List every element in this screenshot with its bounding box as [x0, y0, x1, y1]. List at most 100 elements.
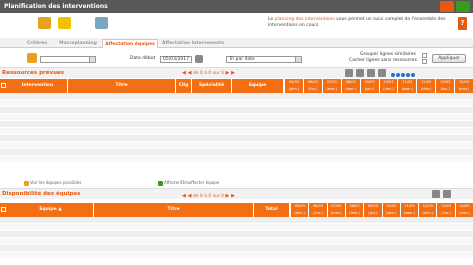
- col-titre[interactable]: Titre: [68, 79, 176, 93]
- day-date: 08/03: [349, 204, 360, 208]
- col-specialite[interactable]: Spécialité: [192, 79, 232, 93]
- day-column-header: 09/03 (jeu.): [363, 203, 381, 217]
- day-column-header: 11/03 (sam.): [399, 203, 418, 217]
- day-weekday: (lun.): [441, 211, 451, 215]
- save-icon[interactable]: [443, 190, 451, 198]
- col-clig[interactable]: Clig: [176, 79, 192, 93]
- resources-grid-body: [0, 93, 473, 163]
- day-column-header: 10/03 (ven.): [378, 79, 398, 93]
- col-intervention[interactable]: Intervention: [8, 79, 68, 93]
- team-select[interactable]: [40, 56, 96, 63]
- table-row: [0, 217, 473, 224]
- day-weekday: (mar.): [330, 211, 342, 215]
- tab-criteres[interactable]: Critères: [20, 39, 54, 48]
- settings-icon[interactable]: [356, 69, 364, 77]
- tab-affectation-intervenants[interactable]: Affectation intervenants: [160, 39, 226, 48]
- zoom-level-dot[interactable]: [410, 73, 415, 77]
- table-row: [0, 114, 473, 121]
- day-date: 10/03: [383, 80, 394, 84]
- group-lines-checkbox[interactable]: [422, 53, 427, 58]
- resources-tools: [345, 69, 416, 78]
- day-date: 05/03: [288, 80, 299, 84]
- group-icon[interactable]: [38, 17, 51, 29]
- table-row: [0, 252, 473, 259]
- day-date: 12/03: [422, 204, 433, 208]
- info-text: Le planning des interventions vous perme…: [268, 17, 446, 28]
- col-total[interactable]: Total: [254, 203, 290, 217]
- day-date: 11/03: [404, 204, 415, 208]
- calendar-icon[interactable]: [195, 55, 203, 63]
- help-icon[interactable]: ?: [458, 17, 467, 30]
- day-weekday: (lun.): [313, 211, 323, 215]
- settings-icon[interactable]: [432, 190, 440, 198]
- day-date: 13/03: [440, 80, 451, 84]
- resources-section-bar: Ressources prévues ◀ ◀ de 0 à 0 sur 0 ▶ …: [0, 67, 473, 78]
- hide-lines-checkbox[interactable]: [422, 59, 427, 64]
- view-teams-link[interactable]: Voir les équipes possibles: [24, 180, 81, 186]
- day-column-header: 05/03 (dim.): [284, 79, 303, 93]
- col-titre[interactable]: Titre: [94, 203, 254, 217]
- day-column-header: 05/03 (dim.): [290, 203, 308, 217]
- window-title: Planification des interventions: [4, 3, 108, 10]
- day-date: 07/03: [331, 204, 342, 208]
- select-all-checkbox[interactable]: [1, 83, 6, 88]
- day-column-header: 06/03 (lun.): [308, 203, 326, 217]
- day-date: 12/03: [421, 80, 432, 84]
- save-icon[interactable]: [367, 69, 375, 77]
- assign-team-link[interactable]: Affecter/Désaffecter équipe: [158, 180, 219, 186]
- day-date: 13/03: [440, 204, 452, 208]
- day-weekday: (jeu.): [364, 87, 375, 91]
- day-column-header: 08/03 (mer.): [340, 79, 360, 93]
- tab-affectation-equipes[interactable]: Affectation équipes: [102, 39, 158, 48]
- actions-row: Voir les équipes possibles Affecter/Désa…: [0, 177, 473, 187]
- resources-grid-header: Intervention Titre Clig Spécialité Equip…: [0, 79, 473, 93]
- day-column-header: 08/03 (mer.): [344, 203, 363, 217]
- date-input[interactable]: 05/03/2017: [160, 56, 192, 63]
- table-row: [0, 121, 473, 128]
- table-row: [0, 107, 473, 114]
- availability-section-bar: Disponibilité des équipes ◀ ◀ de 0 à 0 s…: [0, 188, 473, 199]
- day-column-header: 14/03 (mar.): [454, 203, 473, 217]
- day-weekday: (lun.): [440, 87, 450, 91]
- table-row: [0, 142, 473, 149]
- trash-icon[interactable]: [378, 69, 386, 77]
- day-column-header: 13/03 (lun.): [436, 203, 454, 217]
- flash-icon[interactable]: [58, 17, 71, 29]
- key-icon[interactable]: [345, 69, 353, 77]
- day-column-header: 07/03 (mar.): [326, 203, 345, 217]
- day-date: 11/03: [402, 80, 413, 84]
- day-weekday: (dim.): [421, 87, 432, 91]
- table-row: [0, 156, 473, 163]
- day-column-header: 14/03 (mar.): [454, 79, 473, 93]
- availability-grid-header: Equipe ▲ Titre Total 05/03 (dim.) 06/03 (lu…: [0, 203, 473, 217]
- day-weekday: (dim.): [288, 87, 300, 91]
- select-all-checkbox[interactable]: [1, 207, 6, 212]
- availability-pager[interactable]: ◀ ◀ de 0 à 0 sur 0 ▶ ▶: [182, 193, 235, 200]
- table-row: [0, 128, 473, 135]
- apply-button[interactable]: Appliquer: [432, 54, 466, 63]
- day-date: 06/03: [312, 204, 323, 208]
- zoom-level-dot[interactable]: [400, 73, 405, 77]
- sort-select[interactable]: Tri par date: [226, 56, 302, 63]
- col-equipe[interactable]: Equipe ▲: [8, 203, 94, 217]
- day-date: 14/03: [459, 204, 470, 208]
- day-column-header: 11/03 (sam.): [397, 79, 416, 93]
- tab-macroplanning[interactable]: Macroplanning: [56, 39, 100, 48]
- resources-pager[interactable]: ◀ ◀ de 0 à 0 sur 0 ▶ ▶: [182, 70, 235, 77]
- print-icon[interactable]: [95, 17, 108, 29]
- day-weekday: (sam.): [401, 87, 413, 91]
- day-column-header: 12/03 (dim.): [416, 79, 435, 93]
- validate-button[interactable]: [456, 1, 470, 12]
- day-weekday: (dim.): [422, 211, 433, 215]
- day-weekday: (dim.): [294, 211, 305, 215]
- table-row: [0, 231, 473, 238]
- day-date: 05/03: [294, 204, 305, 208]
- resources-title: Ressources prévues: [2, 70, 64, 76]
- zoom-icon[interactable]: [390, 73, 395, 77]
- zoom-level-dot[interactable]: [405, 73, 410, 77]
- day-column-header: 09/03 (jeu.): [359, 79, 379, 93]
- day-column-header: 13/03 (lun.): [435, 79, 454, 93]
- zoom-level-dot[interactable]: [395, 73, 400, 77]
- col-equipe[interactable]: Equipe: [232, 79, 284, 93]
- back-button[interactable]: [440, 1, 454, 12]
